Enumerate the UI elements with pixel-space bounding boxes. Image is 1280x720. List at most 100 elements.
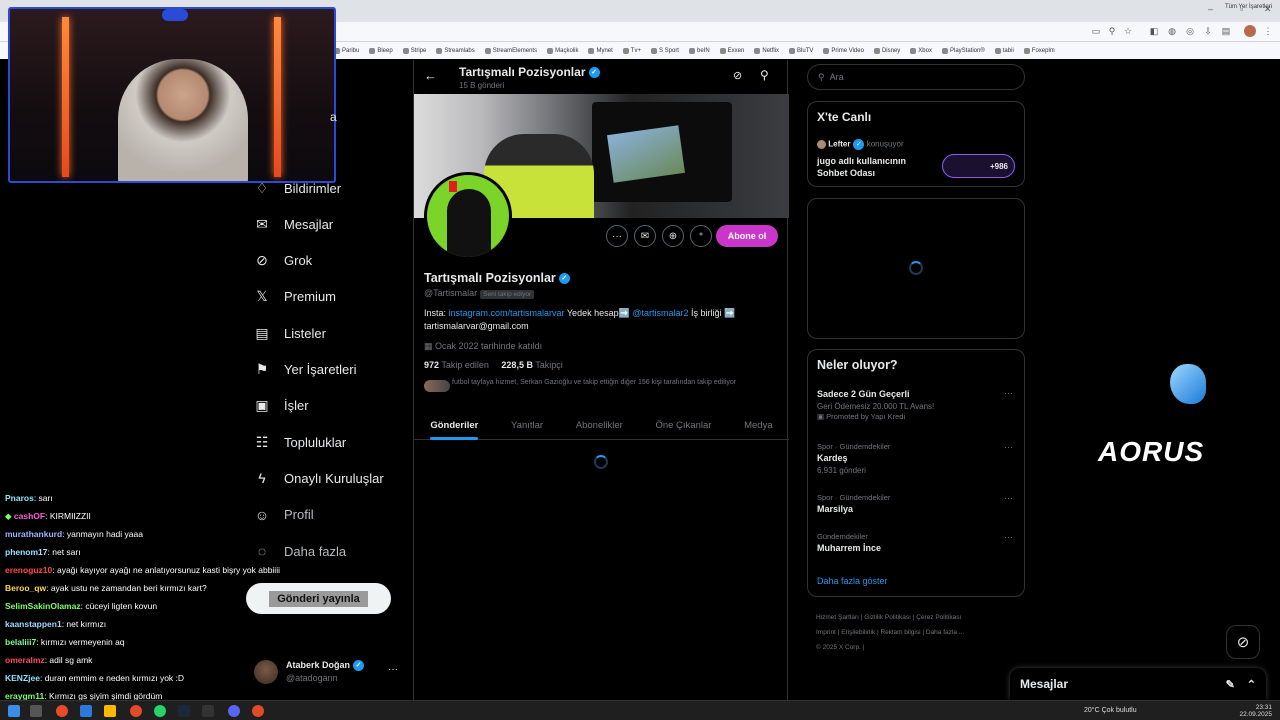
extension-icon[interactable]: ◍ <box>1166 25 1178 37</box>
app-icon[interactable] <box>202 705 214 717</box>
show-more-link[interactable]: Daha fazla göster <box>817 576 888 586</box>
following-link[interactable]: 972 Takip edilen <box>424 360 489 370</box>
grok-summary-button[interactable]: ⊕ <box>662 225 684 247</box>
trend-item[interactable]: Spor · Gündemdekiler Marsilya ··· <box>817 493 1017 516</box>
clock[interactable]: 23:31 22.09.2025 <box>1239 704 1272 718</box>
tab-1[interactable]: Yanıtlar <box>511 420 543 431</box>
bookmark-item[interactable]: Netflix <box>754 47 779 54</box>
bookmark-item[interactable]: StreamElements <box>484 47 537 54</box>
footer-link[interactable]: Imprint <box>816 629 836 636</box>
cast-icon[interactable]: ▭ <box>1090 25 1102 37</box>
sidebar-item-i-şler[interactable]: ▣ İşler <box>254 394 308 418</box>
sidebar-item-daha-fazla[interactable]: ◌ Daha fazla <box>254 539 346 563</box>
more-icon[interactable]: ··· <box>1004 442 1013 452</box>
more-icon[interactable]: ··· <box>1004 493 1013 503</box>
more-icon[interactable]: ··· <box>1004 532 1013 542</box>
search-input[interactable]: ⚲ Ara <box>807 64 1025 90</box>
windows-start-icon[interactable] <box>8 705 20 717</box>
bookmark-item[interactable]: tabii <box>994 47 1014 54</box>
profile-avatar-icon[interactable] <box>1244 25 1256 37</box>
post-button[interactable]: Gönderi yayınla <box>246 583 391 614</box>
obs-icon[interactable] <box>252 705 264 717</box>
more-icon[interactable]: ··· <box>388 664 398 675</box>
grok-icon[interactable]: ⊘ <box>733 69 742 82</box>
new-message-icon[interactable]: ✎ <box>1226 678 1235 691</box>
footer-link[interactable]: Daha fazla ... <box>926 629 964 636</box>
chrome-icon[interactable] <box>130 705 142 717</box>
sidebar-item-topluluklar[interactable]: ☷ Topluluklar <box>254 430 346 454</box>
bookmark-item[interactable]: Bleep <box>369 47 393 54</box>
bookmark-item[interactable]: PlayStation® <box>941 47 985 54</box>
sidebar-item-yer-i-şaretleri[interactable]: ⚑ Yer İşaretleri <box>254 358 357 382</box>
follow-person-button[interactable]: ⁺ <box>690 225 712 247</box>
app-icon[interactable] <box>80 705 92 717</box>
explorer-icon[interactable] <box>104 705 116 717</box>
extension-icon[interactable]: ◎ <box>1184 25 1196 37</box>
grok-button[interactable]: ⊘ <box>1226 625 1260 659</box>
tab-4[interactable]: Medya <box>744 420 773 431</box>
footer-link[interactable]: Gizlilik Politikası <box>864 614 911 621</box>
instagram-link[interactable]: instagram.com/tartismalarvar <box>449 308 565 318</box>
sidebar-item-mesajlar[interactable]: ✉ Mesajlar <box>254 212 333 236</box>
more-icon[interactable]: ··· <box>1004 388 1013 398</box>
backup-account-link[interactable]: @tartismalar2 <box>632 308 688 318</box>
sidebar-item-bildirimler[interactable]: ♢ Bildirimler <box>254 176 341 200</box>
bookmark-item[interactable]: Mynet <box>588 47 613 54</box>
minimize-icon[interactable]: – <box>1208 4 1213 14</box>
bookmark-item[interactable]: Paribu <box>334 47 359 54</box>
trend-item[interactable]: Spor · Gündemdekiler Kardeş 6.931 gönderi ·… <box>817 442 1017 476</box>
sidebar-item-premium[interactable]: 𝕏 Premium <box>254 285 336 309</box>
bookmark-item[interactable]: Exxen <box>719 47 744 54</box>
downloads-icon[interactable]: ⇩ <box>1202 25 1214 37</box>
bookmark-item[interactable]: Xbox <box>910 47 932 54</box>
sidebar-item-profil[interactable]: ☺ Profil <box>254 503 314 527</box>
footer-link[interactable]: Erişilebilirlik <box>841 629 875 636</box>
live-card[interactable]: X'te Canlı Lefter ✓ konuşuyor jugo adlı k… <box>807 101 1025 187</box>
bookmark-item[interactable]: Maçkolik <box>547 47 578 54</box>
sidebar-item-onaylı-kuruluşlar[interactable]: ϟ Onaylı Kuruluşlar <box>254 466 383 490</box>
all-bookmarks[interactable]: Tüm Yer İşaretleri <box>1225 4 1272 10</box>
trend-item[interactable]: Sadece 2 Gün Geçerli Geri Ödemesiz 20.000… <box>817 388 1017 422</box>
sidebar-item-listeler[interactable]: ▤ Listeler <box>254 321 326 345</box>
weather-widget[interactable]: 20°C Çok bulutlu <box>1084 707 1137 714</box>
footer-link[interactable]: Hizmet Şartları <box>816 614 859 621</box>
steam-icon[interactable] <box>178 705 190 717</box>
star-icon[interactable]: ☆ <box>1122 25 1134 37</box>
tab-0[interactable]: Gönderiler <box>430 420 479 440</box>
bookmark-item[interactable]: beIN <box>688 47 710 54</box>
bookmark-item[interactable]: BluTV <box>789 47 813 54</box>
app-icon[interactable] <box>56 705 68 717</box>
task-view-icon[interactable] <box>30 705 42 717</box>
menu-icon[interactable]: ⋮ <box>1262 25 1274 37</box>
account-switcher[interactable]: Ataberk Doğan ✓ @atadogann ··· <box>254 658 404 686</box>
sidebar-item-grok[interactable]: ⊘ Grok <box>254 249 312 273</box>
bookmark-item[interactable]: Stripe <box>402 47 426 54</box>
bookmark-item[interactable]: Disney <box>873 47 900 54</box>
bookmark-item[interactable]: Tv+ <box>622 47 641 54</box>
expand-icon[interactable]: ⌃ <box>1247 678 1256 691</box>
followed-by-text[interactable]: futbol tayfaya hizmet, Serkan Gazioğlu v… <box>424 378 779 387</box>
profile-avatar[interactable] <box>424 172 512 260</box>
bookmark-item[interactable]: Streamlabs <box>436 47 475 54</box>
trend-item[interactable]: Gündemdekiler Muharrem İnce ··· <box>817 532 1017 555</box>
message-button[interactable]: ✉ <box>634 225 656 247</box>
discord-icon[interactable] <box>228 705 240 717</box>
back-arrow-icon[interactable]: ← <box>424 68 437 83</box>
followers-link[interactable]: 228,5 B Takipçi <box>501 360 562 370</box>
bookmark-item[interactable]: S Sport <box>650 47 679 54</box>
whatsapp-icon[interactable] <box>154 705 166 717</box>
zoom-icon[interactable]: ⚲ <box>1106 25 1118 37</box>
more-options-button[interactable]: ··· <box>606 225 628 247</box>
bookmark-item[interactable]: Prime Video <box>823 47 864 54</box>
extension-icon[interactable]: ◧ <box>1148 25 1160 37</box>
search-icon[interactable]: ⚲ <box>760 68 769 82</box>
subscribe-button[interactable]: Abone ol <box>716 225 778 247</box>
tab-2[interactable]: Abonelikler <box>576 420 623 431</box>
tab-3[interactable]: Öne Çıkanlar <box>655 420 711 431</box>
footer-link[interactable]: Çerez Politikası <box>916 614 961 621</box>
bookmark-item[interactable]: Foxeplm <box>1023 47 1055 54</box>
messages-drawer[interactable]: Mesajlar ✎ ⌃ <box>1010 668 1266 700</box>
footer-link[interactable]: Reklam bilgisi <box>880 629 920 636</box>
tab-search-icon[interactable]: ▤ <box>1220 25 1232 37</box>
listener-count[interactable]: +986 <box>942 154 1015 178</box>
